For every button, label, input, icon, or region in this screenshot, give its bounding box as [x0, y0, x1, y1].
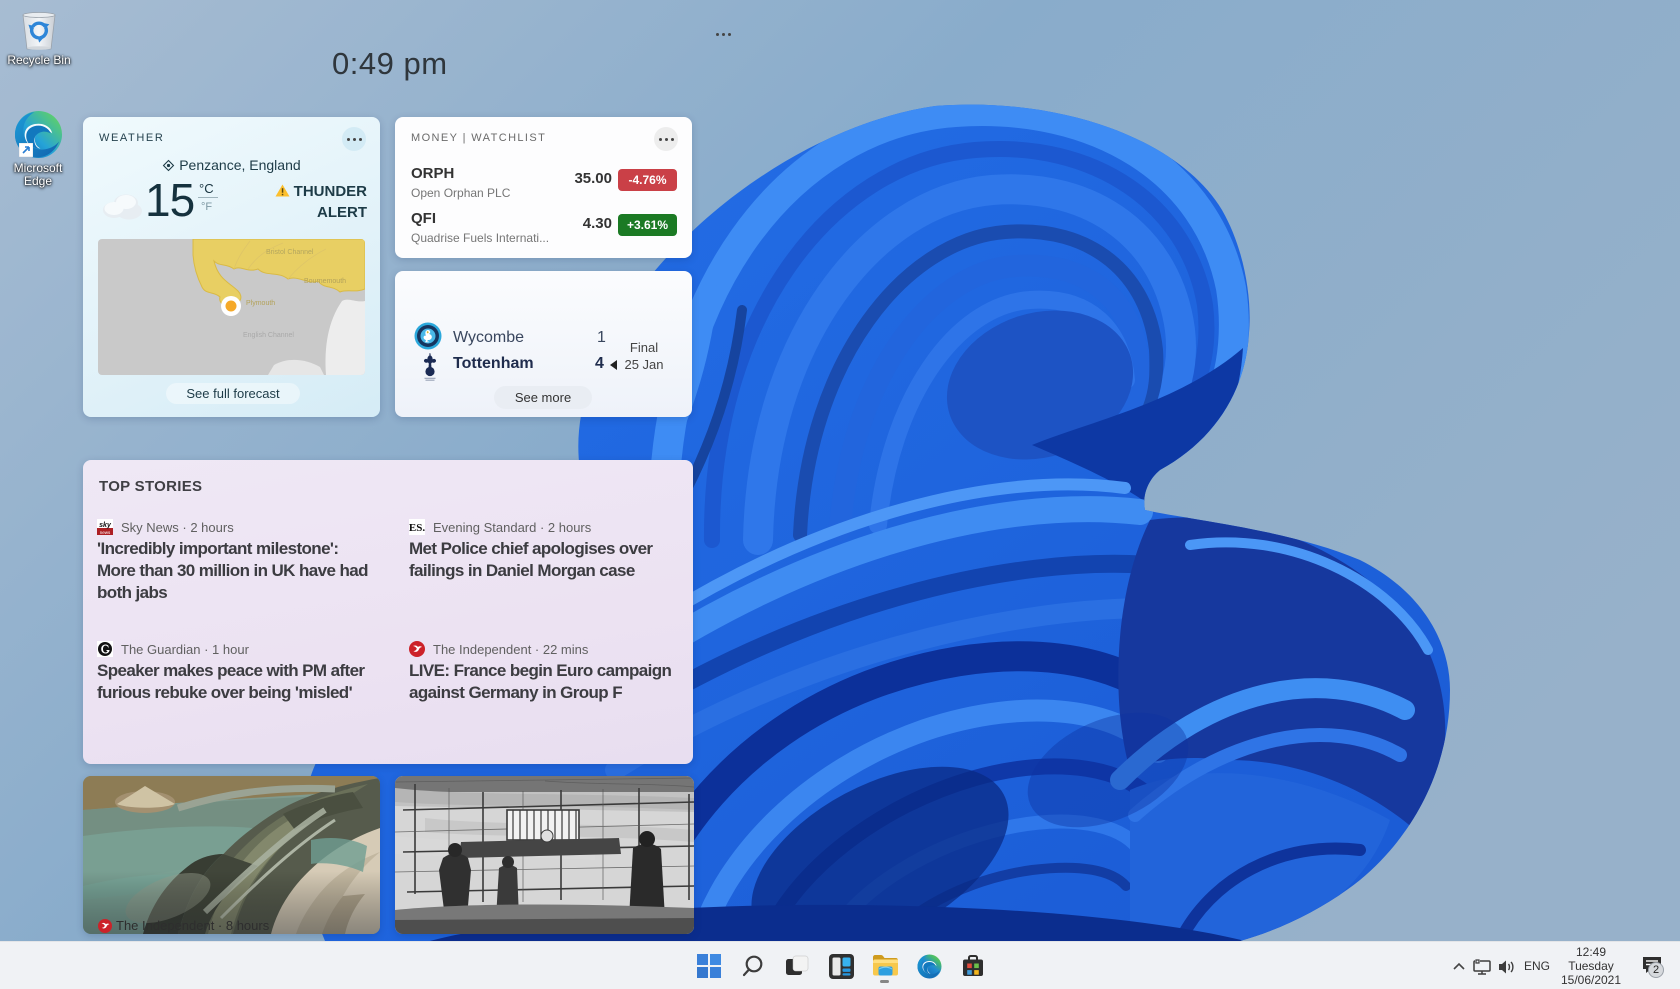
svg-text:Bournemouth: Bournemouth: [304, 278, 346, 285]
svg-text:English Channel: English Channel: [243, 332, 294, 339]
svg-text:news: news: [100, 530, 111, 535]
svg-text:ES.: ES.: [409, 522, 425, 534]
svg-text:Bristol Channel: Bristol Channel: [266, 249, 314, 256]
svg-text:Plymouth: Plymouth: [246, 300, 275, 307]
svg-text:sky: sky: [99, 522, 112, 529]
